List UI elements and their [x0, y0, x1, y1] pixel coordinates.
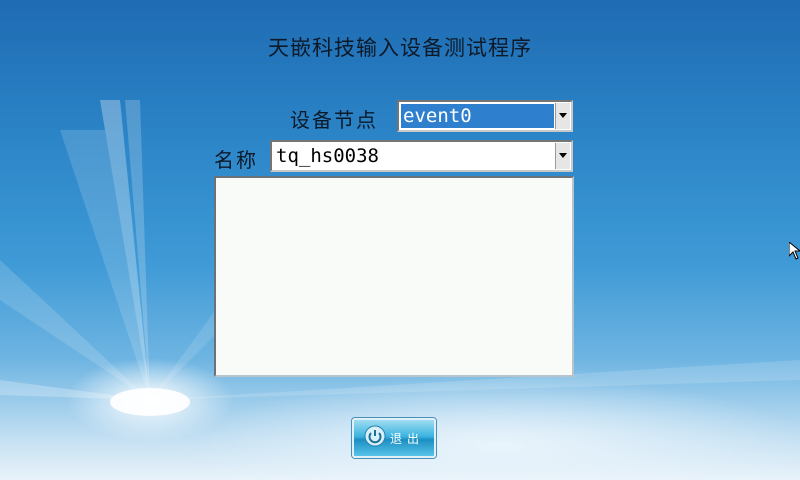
device-node-select[interactable]: event0: [397, 100, 573, 132]
output-textarea[interactable]: [214, 176, 574, 377]
name-select[interactable]: tq_hs0038: [270, 140, 573, 172]
power-icon: [364, 425, 386, 451]
device-node-value: event0: [401, 104, 554, 128]
name-value: tq_hs0038: [276, 145, 379, 167]
name-label: 名称: [214, 148, 258, 172]
exit-button-label: 退出: [389, 431, 424, 446]
mouse-pointer-icon: [789, 242, 800, 260]
chevron-down-icon[interactable]: [555, 103, 570, 129]
chevron-down-icon[interactable]: [555, 143, 570, 169]
app-title: 天嵌科技输入设备测试程序: [268, 36, 532, 60]
device-node-label: 设备节点: [290, 108, 378, 132]
exit-button[interactable]: 退出: [352, 418, 436, 458]
